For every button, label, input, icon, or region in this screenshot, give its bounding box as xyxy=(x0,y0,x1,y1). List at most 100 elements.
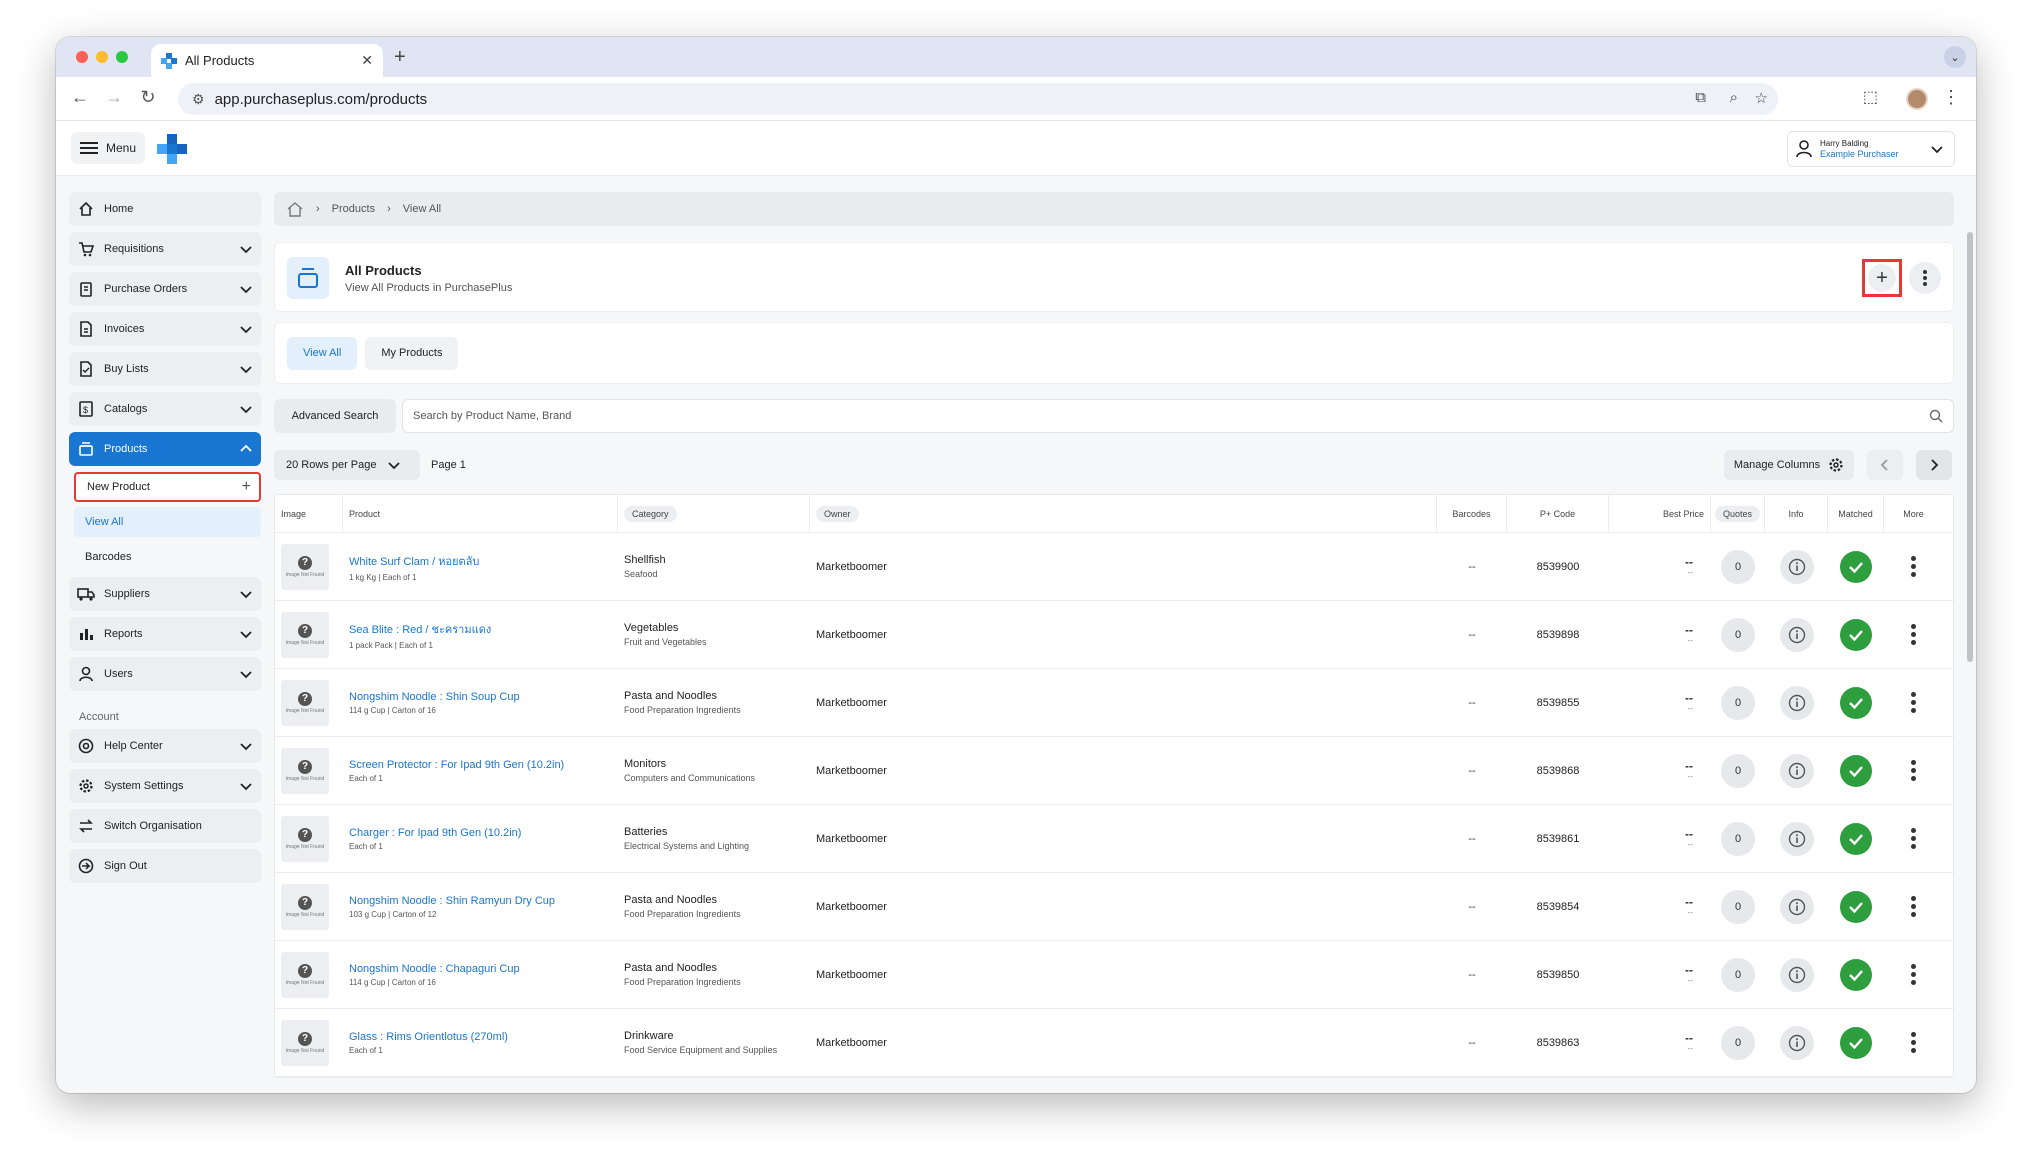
page-more-button[interactable] xyxy=(1909,262,1941,294)
sidebar-item-buy-lists[interactable]: Buy Lists xyxy=(69,352,261,386)
sidebar-item-sign-out[interactable]: Sign Out xyxy=(69,849,261,883)
column-header[interactable]: Quotes xyxy=(1711,495,1765,532)
product-name-link[interactable]: Nongshim Noodle : Chapaguri Cup xyxy=(349,963,520,975)
menu-button[interactable]: Menu xyxy=(71,132,145,164)
quotes-count-button[interactable]: 0 xyxy=(1721,685,1755,720)
matched-check-icon xyxy=(1840,1026,1872,1059)
tab-my-products[interactable]: My Products xyxy=(365,336,459,370)
table-row[interactable]: ? Image Not Found Sea Blite : Red / ชะคร… xyxy=(275,601,1953,669)
product-name-link[interactable]: White Surf Clam / หอยตลับ xyxy=(349,552,479,570)
sidebar-item-users[interactable]: Users xyxy=(69,657,261,691)
previous-page-button[interactable] xyxy=(1867,450,1903,480)
row-more-button[interactable] xyxy=(1911,1032,1916,1053)
sidebar-item-switch-organisation[interactable]: Switch Organisation xyxy=(69,809,261,843)
manage-columns-button[interactable]: Manage Columns xyxy=(1724,450,1854,480)
category-cell: Shellfish Seafood xyxy=(618,533,810,600)
quotes-count-button[interactable]: 0 xyxy=(1721,957,1755,992)
table-row[interactable]: ? Image Not Found White Surf Clam / หอยต… xyxy=(275,533,1953,601)
table-row[interactable]: ? Image Not Found Charger : For Ipad 9th… xyxy=(275,805,1953,873)
product-name-link[interactable]: Glass : Rims Orientlotus (270ml) xyxy=(349,1031,508,1043)
product-name-link[interactable]: Nongshim Noodle : Shin Soup Cup xyxy=(349,691,520,703)
minimize-window-button[interactable] xyxy=(96,51,108,63)
question-icon: ? xyxy=(298,827,312,842)
reload-icon[interactable]: ↻ xyxy=(136,87,160,108)
search-icon[interactable] xyxy=(1929,409,1943,423)
product-name-link[interactable]: Screen Protector : For Ipad 9th Gen (10.… xyxy=(349,759,564,771)
sidebar-subitem-barcodes[interactable]: Barcodes xyxy=(74,542,261,572)
row-more-button[interactable] xyxy=(1911,896,1916,917)
category-parent: Food Service Equipment and Supplies xyxy=(624,1045,778,1055)
quotes-count-button[interactable]: 0 xyxy=(1721,753,1755,788)
user-menu[interactable]: Harry Balding Example Purchaser xyxy=(1787,131,1955,167)
column-header[interactable]: Category xyxy=(618,495,810,532)
tab-view-all[interactable]: View All xyxy=(287,336,358,370)
browser-menu-icon[interactable]: ⋮ xyxy=(1942,87,1960,108)
product-name-link[interactable]: Sea Blite : Red / ชะคราม​แดง xyxy=(349,620,491,638)
row-more-button[interactable] xyxy=(1911,828,1916,849)
purchaseplus-logo-icon[interactable] xyxy=(157,134,187,164)
sidebar-item-reports[interactable]: Reports xyxy=(69,617,261,651)
info-button[interactable] xyxy=(1779,1025,1814,1060)
install-app-icon[interactable]: ⧉ xyxy=(1695,89,1706,106)
maximize-window-button[interactable] xyxy=(116,51,128,63)
info-button[interactable] xyxy=(1779,617,1814,652)
row-more-button[interactable] xyxy=(1911,692,1916,713)
sidebar-item-help-center[interactable]: Help Center xyxy=(69,729,261,763)
info-button[interactable] xyxy=(1779,889,1814,924)
bookmark-star-icon[interactable]: ☆ xyxy=(1755,89,1768,107)
quotes-count-button[interactable]: 0 xyxy=(1721,1025,1755,1060)
extensions-icon[interactable]: ⬚ xyxy=(1863,87,1878,107)
page-scrollbar[interactable] xyxy=(1967,232,1973,662)
info-button[interactable] xyxy=(1779,753,1814,788)
table-row[interactable]: ? Image Not Found Glass : Rims Orientlot… xyxy=(275,1009,1953,1077)
info-button[interactable] xyxy=(1779,685,1814,720)
zoom-icon[interactable]: ⌕ xyxy=(1730,89,1738,106)
info-button[interactable] xyxy=(1779,957,1814,992)
row-more-button[interactable] xyxy=(1911,760,1916,781)
row-more-button[interactable] xyxy=(1911,624,1916,645)
sidebar-item-requisitions[interactable]: Requisitions xyxy=(69,232,261,266)
home-icon[interactable] xyxy=(286,201,304,217)
table-row[interactable]: ? Image Not Found Screen Protector : For… xyxy=(275,737,1953,805)
profile-avatar[interactable] xyxy=(1906,88,1928,110)
quotes-count-button[interactable]: 0 xyxy=(1721,821,1755,856)
search-input[interactable]: Search by Product Name, Brand xyxy=(402,399,1954,433)
quotes-count-button[interactable]: 0 xyxy=(1721,617,1755,652)
close-tab-icon[interactable]: ✕ xyxy=(361,52,373,69)
product-name-link[interactable]: Charger : For Ipad 9th Gen (10.2in) xyxy=(349,827,521,839)
add-product-button[interactable]: + xyxy=(1862,259,1902,297)
sidebar-item-catalogs[interactable]: $ Catalogs xyxy=(69,392,261,426)
sidebar-subitem-view-all[interactable]: View All xyxy=(74,507,261,537)
quotes-count-button[interactable]: 0 xyxy=(1721,889,1755,924)
tab-search-icon[interactable]: ⌄ xyxy=(1944,46,1966,68)
sidebar-item-products[interactable]: Products xyxy=(69,432,261,466)
advanced-search-button[interactable]: Advanced Search xyxy=(274,399,396,433)
sidebar-item-home[interactable]: Home xyxy=(69,192,261,226)
next-page-button[interactable] xyxy=(1916,450,1952,480)
sidebar-item-purchase-orders[interactable]: Purchase Orders xyxy=(69,272,261,306)
rows-per-page-select[interactable]: 20 Rows per Page xyxy=(274,450,420,480)
close-window-button[interactable] xyxy=(76,51,88,63)
sidebar-item-suppliers[interactable]: Suppliers xyxy=(69,577,261,611)
info-button[interactable] xyxy=(1779,821,1814,856)
site-settings-icon[interactable]: ⚙ xyxy=(192,91,205,108)
purchaseplus-favicon-icon xyxy=(161,52,177,69)
sidebar-subitem-new-product[interactable]: New Product + xyxy=(74,472,261,502)
row-more-button[interactable] xyxy=(1911,964,1916,985)
forward-icon[interactable]: → xyxy=(102,87,126,108)
table-row[interactable]: ? Image Not Found Nongshim Noodle : Shin… xyxy=(275,873,1953,941)
new-tab-icon[interactable]: + xyxy=(394,46,406,69)
sidebar-item-system-settings[interactable]: System Settings xyxy=(69,769,261,803)
product-name-link[interactable]: Nongshim Noodle : Shin Ramyun Dry Cup xyxy=(349,895,555,907)
info-button[interactable] xyxy=(1779,549,1814,584)
table-row[interactable]: ? Image Not Found Nongshim Noodle : Chap… xyxy=(275,941,1953,1009)
quotes-count-button[interactable]: 0 xyxy=(1721,549,1755,584)
column-header[interactable]: Owner xyxy=(810,495,1437,532)
address-bar[interactable]: ⚙ app.purchaseplus.com/products ⧉ ⌕ ☆ xyxy=(178,83,1778,115)
table-row[interactable]: ? Image Not Found Nongshim Noodle : Shin… xyxy=(275,669,1953,737)
sidebar-item-invoices[interactable]: Invoices xyxy=(69,312,261,346)
back-icon[interactable]: ← xyxy=(68,87,92,108)
browser-tab[interactable]: All Products ✕ xyxy=(151,44,383,77)
breadcrumb-item[interactable]: Products xyxy=(332,203,375,215)
row-more-button[interactable] xyxy=(1911,556,1916,577)
